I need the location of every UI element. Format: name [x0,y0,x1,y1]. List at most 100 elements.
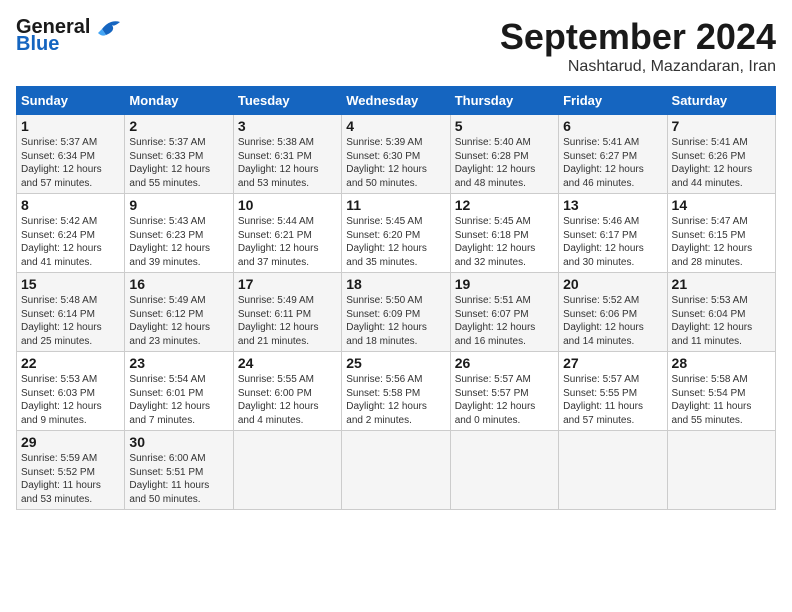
calendar-row: 29Sunrise: 5:59 AM Sunset: 5:52 PM Dayli… [17,431,776,510]
day-info: Sunrise: 5:47 AM Sunset: 6:15 PM Dayligh… [672,215,771,269]
day-number: 16 [129,276,228,292]
logo: General Blue [16,16,122,56]
day-info: Sunrise: 5:52 AM Sunset: 6:06 PM Dayligh… [563,294,662,348]
day-info: Sunrise: 5:37 AM Sunset: 6:34 PM Dayligh… [21,136,120,190]
day-number: 17 [238,276,337,292]
day-info: Sunrise: 5:55 AM Sunset: 6:00 PM Dayligh… [238,373,337,427]
day-info: Sunrise: 5:58 AM Sunset: 5:54 PM Dayligh… [672,373,771,427]
table-cell: 30 Sunrise: 6:00 AM Sunset: 5:51 PM Dayli… [125,431,233,510]
table-cell: 17 Sunrise: 5:49 AM Sunset: 6:11 PM Dayli… [233,273,341,352]
day-number: 5 [455,118,554,134]
table-cell: 11 Sunrise: 5:45 AM Sunset: 6:20 PM Dayli… [342,194,450,273]
day-number: 14 [672,197,771,213]
table-cell: 14 Sunrise: 5:47 AM Sunset: 6:15 PM Dayli… [667,194,775,273]
calendar-table: Sunday Monday Tuesday Wednesday Thursday… [16,86,776,510]
col-sunday: Sunday [17,87,125,115]
table-cell: 28 Sunrise: 5:58 AM Sunset: 5:54 PM Dayli… [667,352,775,431]
day-info: Sunrise: 5:45 AM Sunset: 6:20 PM Dayligh… [346,215,445,269]
day-info: Sunrise: 5:38 AM Sunset: 6:31 PM Dayligh… [238,136,337,190]
day-info: Sunrise: 5:49 AM Sunset: 6:11 PM Dayligh… [238,294,337,348]
table-cell: 4 Sunrise: 5:39 AM Sunset: 6:30 PM Daylig… [342,115,450,194]
day-info: Sunrise: 5:37 AM Sunset: 6:33 PM Dayligh… [129,136,228,190]
table-cell: 2 Sunrise: 5:37 AM Sunset: 6:33 PM Daylig… [125,115,233,194]
day-number: 6 [563,118,662,134]
day-info: Sunrise: 5:54 AM Sunset: 6:01 PM Dayligh… [129,373,228,427]
table-cell: 16 Sunrise: 5:49 AM Sunset: 6:12 PM Dayli… [125,273,233,352]
day-number: 11 [346,197,445,213]
day-info: Sunrise: 5:49 AM Sunset: 6:12 PM Dayligh… [129,294,228,348]
day-number: 21 [672,276,771,292]
col-wednesday: Wednesday [342,87,450,115]
day-info: Sunrise: 5:44 AM Sunset: 6:21 PM Dayligh… [238,215,337,269]
day-number: 12 [455,197,554,213]
table-cell: 15Sunrise: 5:48 AM Sunset: 6:14 PM Dayli… [17,273,125,352]
day-number: 3 [238,118,337,134]
day-number: 19 [455,276,554,292]
col-saturday: Saturday [667,87,775,115]
table-cell: 24 Sunrise: 5:55 AM Sunset: 6:00 PM Dayli… [233,352,341,431]
day-info: Sunrise: 5:45 AM Sunset: 6:18 PM Dayligh… [455,215,554,269]
day-number: 9 [129,197,228,213]
table-cell: 6 Sunrise: 5:41 AM Sunset: 6:27 PM Daylig… [559,115,667,194]
table-cell [233,431,341,510]
day-info: Sunrise: 5:39 AM Sunset: 6:30 PM Dayligh… [346,136,445,190]
col-thursday: Thursday [450,87,558,115]
day-number: 22 [21,355,120,371]
day-number: 1 [21,118,120,134]
table-cell: 3 Sunrise: 5:38 AM Sunset: 6:31 PM Daylig… [233,115,341,194]
logo-bird-icon [92,17,122,39]
day-number: 18 [346,276,445,292]
table-cell [667,431,775,510]
day-info: Sunrise: 5:51 AM Sunset: 6:07 PM Dayligh… [455,294,554,348]
table-cell: 13 Sunrise: 5:46 AM Sunset: 6:17 PM Dayli… [559,194,667,273]
table-cell [450,431,558,510]
table-cell: 25Sunrise: 5:56 AM Sunset: 5:58 PM Dayli… [342,352,450,431]
day-number: 27 [563,355,662,371]
day-info: Sunrise: 5:59 AM Sunset: 5:52 PM Dayligh… [21,452,120,506]
day-info: Sunrise: 5:43 AM Sunset: 6:23 PM Dayligh… [129,215,228,269]
table-cell: 8Sunrise: 5:42 AM Sunset: 6:24 PM Daylig… [17,194,125,273]
day-info: Sunrise: 5:53 AM Sunset: 6:04 PM Dayligh… [672,294,771,348]
table-cell: 12 Sunrise: 5:45 AM Sunset: 6:18 PM Dayli… [450,194,558,273]
table-cell: 21 Sunrise: 5:53 AM Sunset: 6:04 PM Dayli… [667,273,775,352]
table-cell [342,431,450,510]
table-cell: 7 Sunrise: 5:41 AM Sunset: 6:26 PM Daylig… [667,115,775,194]
table-cell: 26 Sunrise: 5:57 AM Sunset: 5:57 PM Dayli… [450,352,558,431]
day-info: Sunrise: 5:57 AM Sunset: 5:57 PM Dayligh… [455,373,554,427]
table-cell: 20 Sunrise: 5:52 AM Sunset: 6:06 PM Dayli… [559,273,667,352]
day-info: Sunrise: 5:50 AM Sunset: 6:09 PM Dayligh… [346,294,445,348]
day-info: Sunrise: 5:57 AM Sunset: 5:55 PM Dayligh… [563,373,662,427]
table-cell [559,431,667,510]
day-number: 30 [129,434,228,450]
day-number: 4 [346,118,445,134]
day-info: Sunrise: 5:46 AM Sunset: 6:17 PM Dayligh… [563,215,662,269]
table-cell: 9 Sunrise: 5:43 AM Sunset: 6:23 PM Daylig… [125,194,233,273]
day-info: Sunrise: 5:40 AM Sunset: 6:28 PM Dayligh… [455,136,554,190]
day-number: 24 [238,355,337,371]
day-info: Sunrise: 6:00 AM Sunset: 5:51 PM Dayligh… [129,452,228,506]
day-number: 26 [455,355,554,371]
day-number: 8 [21,197,120,213]
table-cell: 19 Sunrise: 5:51 AM Sunset: 6:07 PM Dayli… [450,273,558,352]
day-number: 10 [238,197,337,213]
day-number: 28 [672,355,771,371]
day-info: Sunrise: 5:41 AM Sunset: 6:26 PM Dayligh… [672,136,771,190]
table-cell: 23Sunrise: 5:54 AM Sunset: 6:01 PM Dayli… [125,352,233,431]
calendar-row: 22Sunrise: 5:53 AM Sunset: 6:03 PM Dayli… [17,352,776,431]
col-friday: Friday [559,87,667,115]
day-info: Sunrise: 5:41 AM Sunset: 6:27 PM Dayligh… [563,136,662,190]
day-number: 15 [21,276,120,292]
table-cell: 29Sunrise: 5:59 AM Sunset: 5:52 PM Dayli… [17,431,125,510]
calendar-row: 8Sunrise: 5:42 AM Sunset: 6:24 PM Daylig… [17,194,776,273]
calendar-row: 15Sunrise: 5:48 AM Sunset: 6:14 PM Dayli… [17,273,776,352]
table-cell: 5 Sunrise: 5:40 AM Sunset: 6:28 PM Daylig… [450,115,558,194]
day-number: 25 [346,355,445,371]
calendar-header-row: Sunday Monday Tuesday Wednesday Thursday… [17,87,776,115]
day-number: 13 [563,197,662,213]
day-number: 20 [563,276,662,292]
col-tuesday: Tuesday [233,87,341,115]
day-number: 2 [129,118,228,134]
logo-blue-text: Blue [16,33,59,56]
day-number: 7 [672,118,771,134]
calendar-row: 1 Sunrise: 5:37 AM Sunset: 6:34 PM Daylig… [17,115,776,194]
